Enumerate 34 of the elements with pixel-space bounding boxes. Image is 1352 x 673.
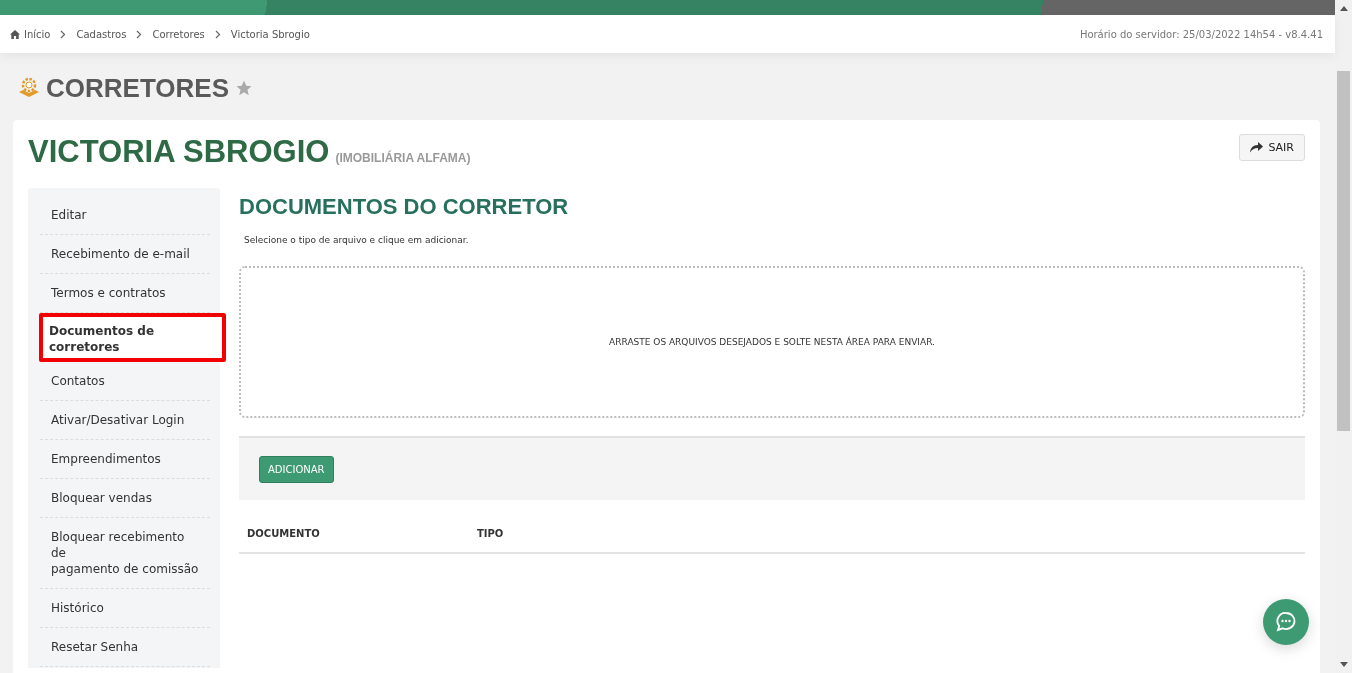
sidebar-item[interactable]: Bloquear recebimento de pagamento de comissão	[40, 518, 210, 589]
scrollbar-thumb[interactable]	[1337, 71, 1350, 431]
company-name: (IMOBILIÁRIA ALFAMA)	[335, 151, 471, 165]
dropzone[interactable]: ARRASTE OS ARQUIVOS DESEJADOS E SOLTE NESTA ÁREA PARA ENVIAR.	[239, 266, 1305, 418]
server-time-text: Horário do servidor: 25/03/2022 14h54 - v8.4.41	[1079, 28, 1323, 40]
sidebar-item[interactable]: Documentos de corretores	[39, 313, 226, 362]
section-title: DOCUMENTOS DO CORRETOR	[239, 194, 570, 220]
exit-button[interactable]: SAIR	[1239, 134, 1305, 161]
sidebar-item[interactable]: Recebimento de e-mail	[40, 235, 210, 274]
dropzone-text: ARRASTE OS ARQUIVOS DESEJADOS E SOLTE NESTA ÁREA PARA ENVIAR.	[609, 337, 935, 347]
sidebar-item[interactable]: Bloquear vendas	[40, 479, 210, 518]
sidebar-item[interactable]: Contatos	[40, 362, 210, 401]
breadcrumb-link[interactable]: Victoria Sbrogio	[230, 28, 310, 40]
chat-bubble-icon	[1275, 611, 1297, 633]
sidebar-item[interactable]: Histórico	[40, 589, 210, 628]
breadcrumb-link[interactable]: Corretores	[152, 28, 205, 40]
column-header: DOCUMENTO	[247, 528, 321, 541]
sidebar-item[interactable]: Ativar/Desativar Login	[40, 401, 210, 440]
sidebar-item[interactable]: Resetar Senha	[40, 628, 210, 667]
star-icon[interactable]	[235, 79, 253, 97]
sidebar-item[interactable]: Editar	[40, 196, 210, 235]
instructions-text: Selecione o tipo de arquivo e clique em adicionar.	[244, 235, 470, 245]
column-header: TIPO	[477, 528, 504, 541]
breadcrumb-link[interactable]: Cadastros	[76, 28, 127, 40]
breadcrumb-link[interactable]: Início	[10, 28, 51, 40]
chevron-icon	[214, 29, 221, 39]
chevron-icon	[60, 29, 67, 39]
sidebar-item[interactable]: Empreendimentos	[40, 440, 210, 479]
share-arrow-icon	[1250, 142, 1264, 153]
home-icon	[10, 29, 20, 39]
gear-box-icon	[18, 77, 40, 99]
chevron-icon	[136, 29, 143, 39]
broker-name: VICTORIA SBROGIO	[28, 134, 330, 170]
page-title: CORRETORES	[46, 72, 229, 104]
